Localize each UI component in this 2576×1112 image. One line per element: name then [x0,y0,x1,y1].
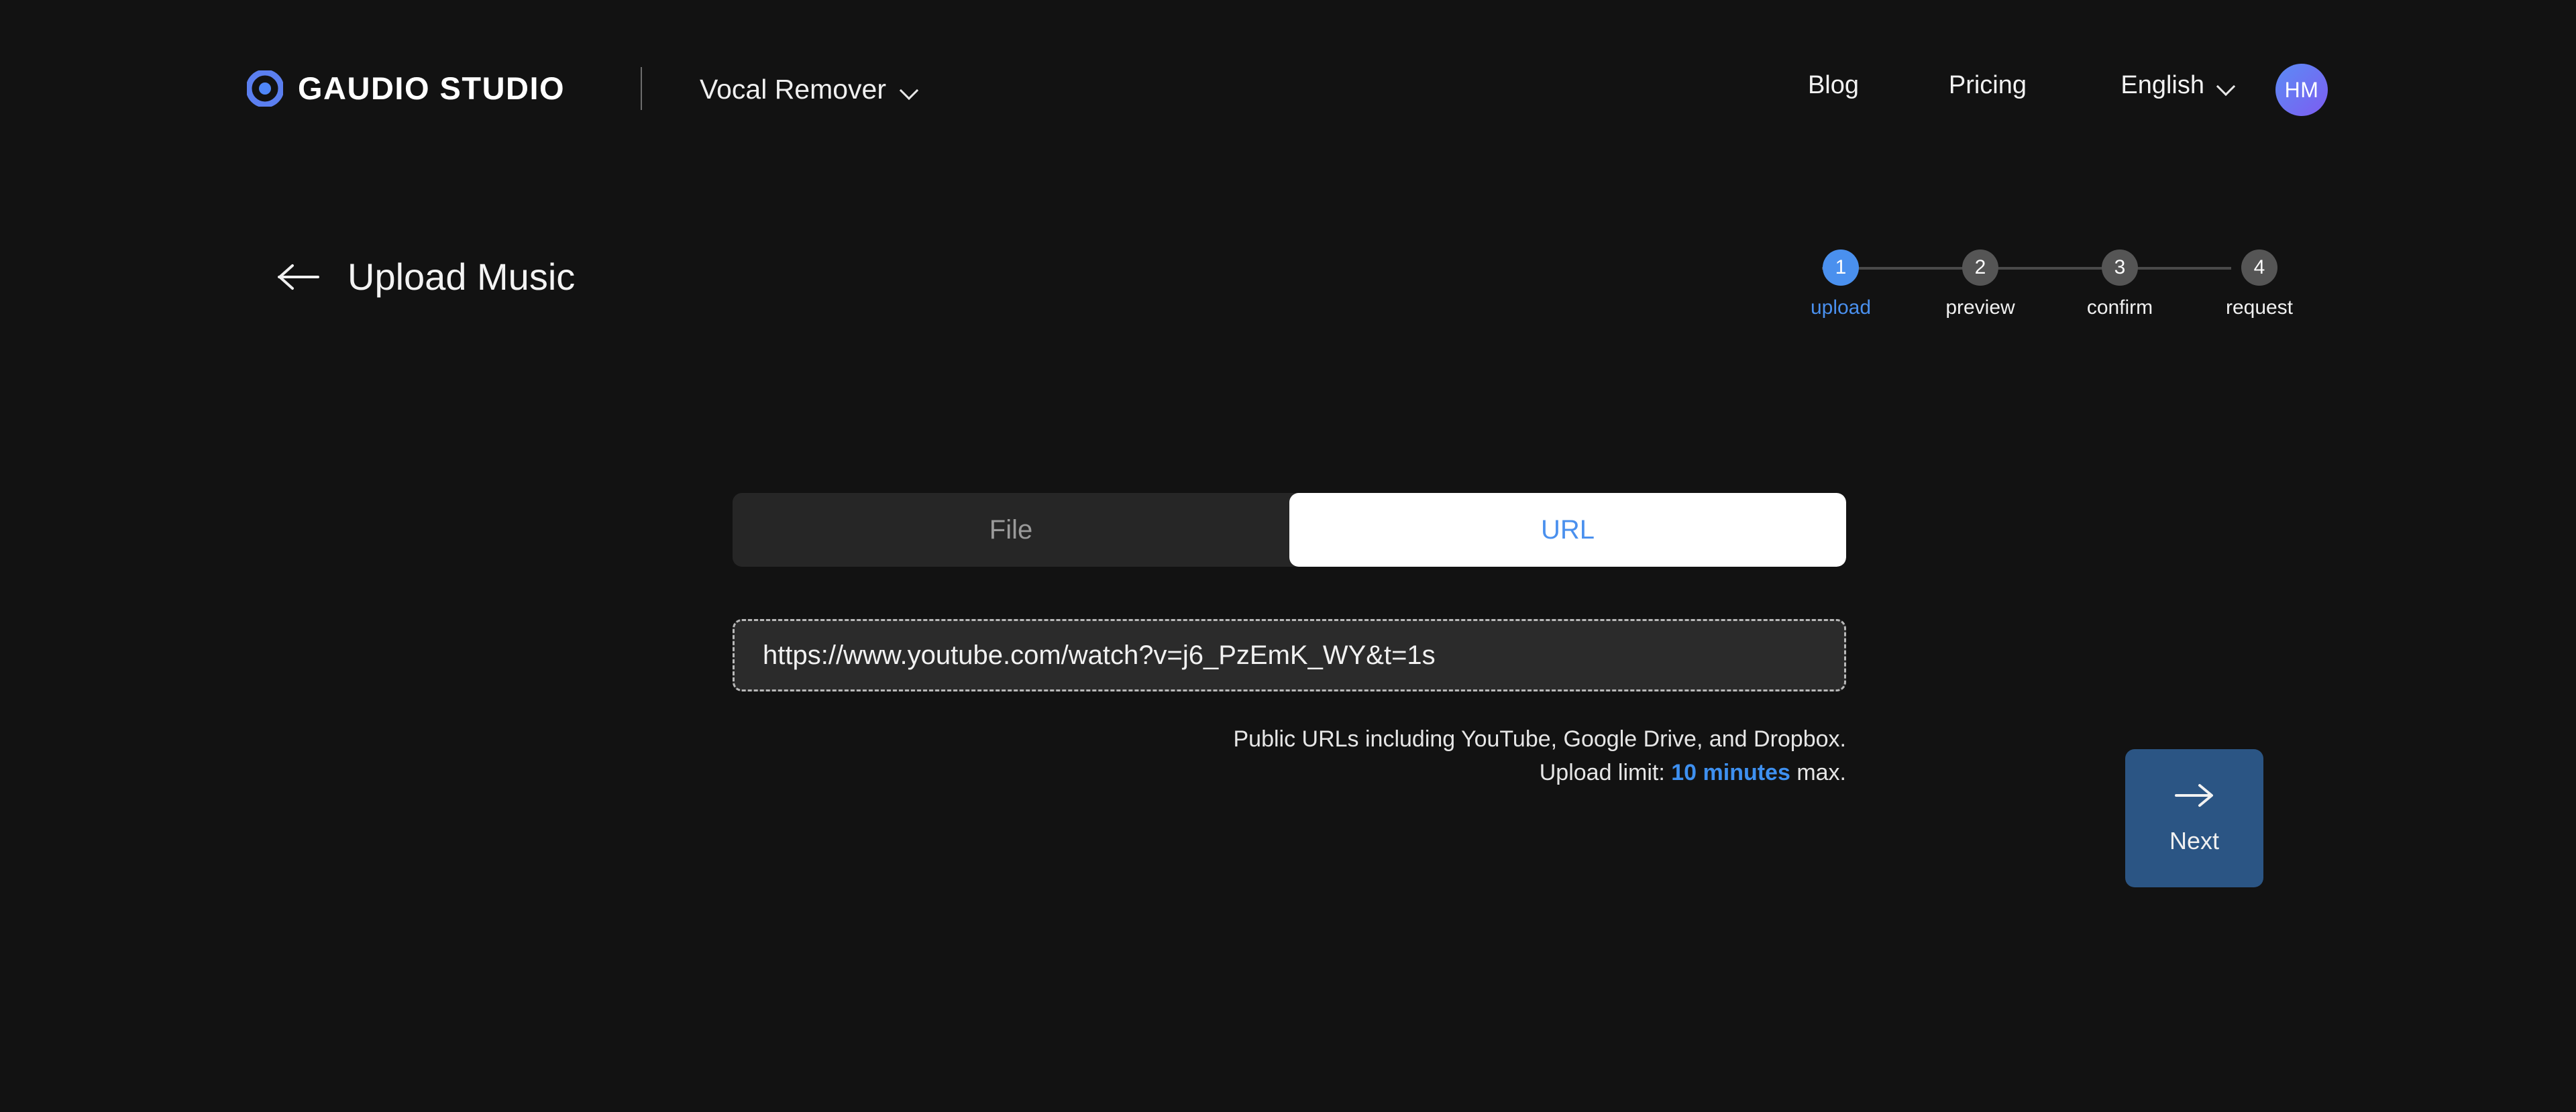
gaudio-ring-logo-icon [246,69,284,107]
stepper-step-number: 3 [2102,249,2138,286]
helper-limit-value: 10 minutes [1671,760,1790,786]
product-selector-label: Vocal Remover [700,74,887,105]
language-selector[interactable]: English [2121,71,2234,100]
page-title: Upload Music [347,256,576,298]
stepper-step-preview[interactable]: 2 preview [1943,249,2018,319]
helper-line-limit: Upload limit: 10 minutes max. [733,756,1846,789]
nav-link-pricing[interactable]: Pricing [1949,71,2027,100]
tab-url[interactable]: URL [1289,493,1846,567]
helper-limit-prefix: Upload limit: [1539,760,1672,786]
url-input[interactable]: https://www.youtube.com/watch?v=j6_PzEmK… [733,619,1846,691]
stepper-step-upload[interactable]: 1 upload [1803,249,1878,319]
helper-line-sources: Public URLs including YouTube, Google Dr… [1233,726,1846,752]
upload-helper-text: Public URLs including YouTube, Google Dr… [733,722,1846,790]
top-header: GAUDIO STUDIO Vocal Remover Blog Pricing… [0,0,2576,137]
stepper-step-number: 2 [1962,249,1998,286]
upload-panel: File URL https://www.youtube.com/watch?v… [733,493,1846,790]
page-header: Upload Music [275,255,575,298]
stepper-track [1822,267,2231,270]
brand-logo[interactable]: GAUDIO STUDIO [246,69,566,107]
chevron-down-icon [901,82,917,98]
stepper-step-confirm[interactable]: 3 confirm [2082,249,2157,319]
stepper-step-number: 4 [2241,249,2277,286]
next-button-label: Next [2169,826,2220,854]
language-selector-label: English [2121,71,2204,99]
nav-link-blog[interactable]: Blog [1808,71,1859,100]
header-divider [641,67,642,110]
product-selector[interactable]: Vocal Remover [700,74,917,105]
arrow-left-icon[interactable] [275,262,323,292]
upload-source-tabs: File URL [733,493,1846,567]
stepper-step-label: upload [1810,296,1872,319]
stepper-step-label: confirm [2086,296,2153,319]
stepper-step-request[interactable]: 4 request [2222,249,2297,319]
tab-file[interactable]: File [733,493,1289,567]
avatar-initials: HM [2284,77,2319,102]
stepper-step-label: preview [1945,296,2015,319]
url-input-value: https://www.youtube.com/watch?v=j6_PzEmK… [763,640,1436,670]
arrow-right-icon [2174,782,2215,812]
next-button[interactable]: Next [2125,749,2263,887]
chevron-down-icon [2218,78,2234,94]
brand-name: GAUDIO STUDIO [298,70,566,106]
helper-limit-suffix: max. [1790,760,1846,786]
stepper-step-number: 1 [1823,249,1859,286]
stepper-step-label: request [2225,296,2294,319]
progress-stepper: 1 upload 2 preview 3 confirm 4 request [1784,249,2293,323]
avatar[interactable]: HM [2275,64,2328,116]
